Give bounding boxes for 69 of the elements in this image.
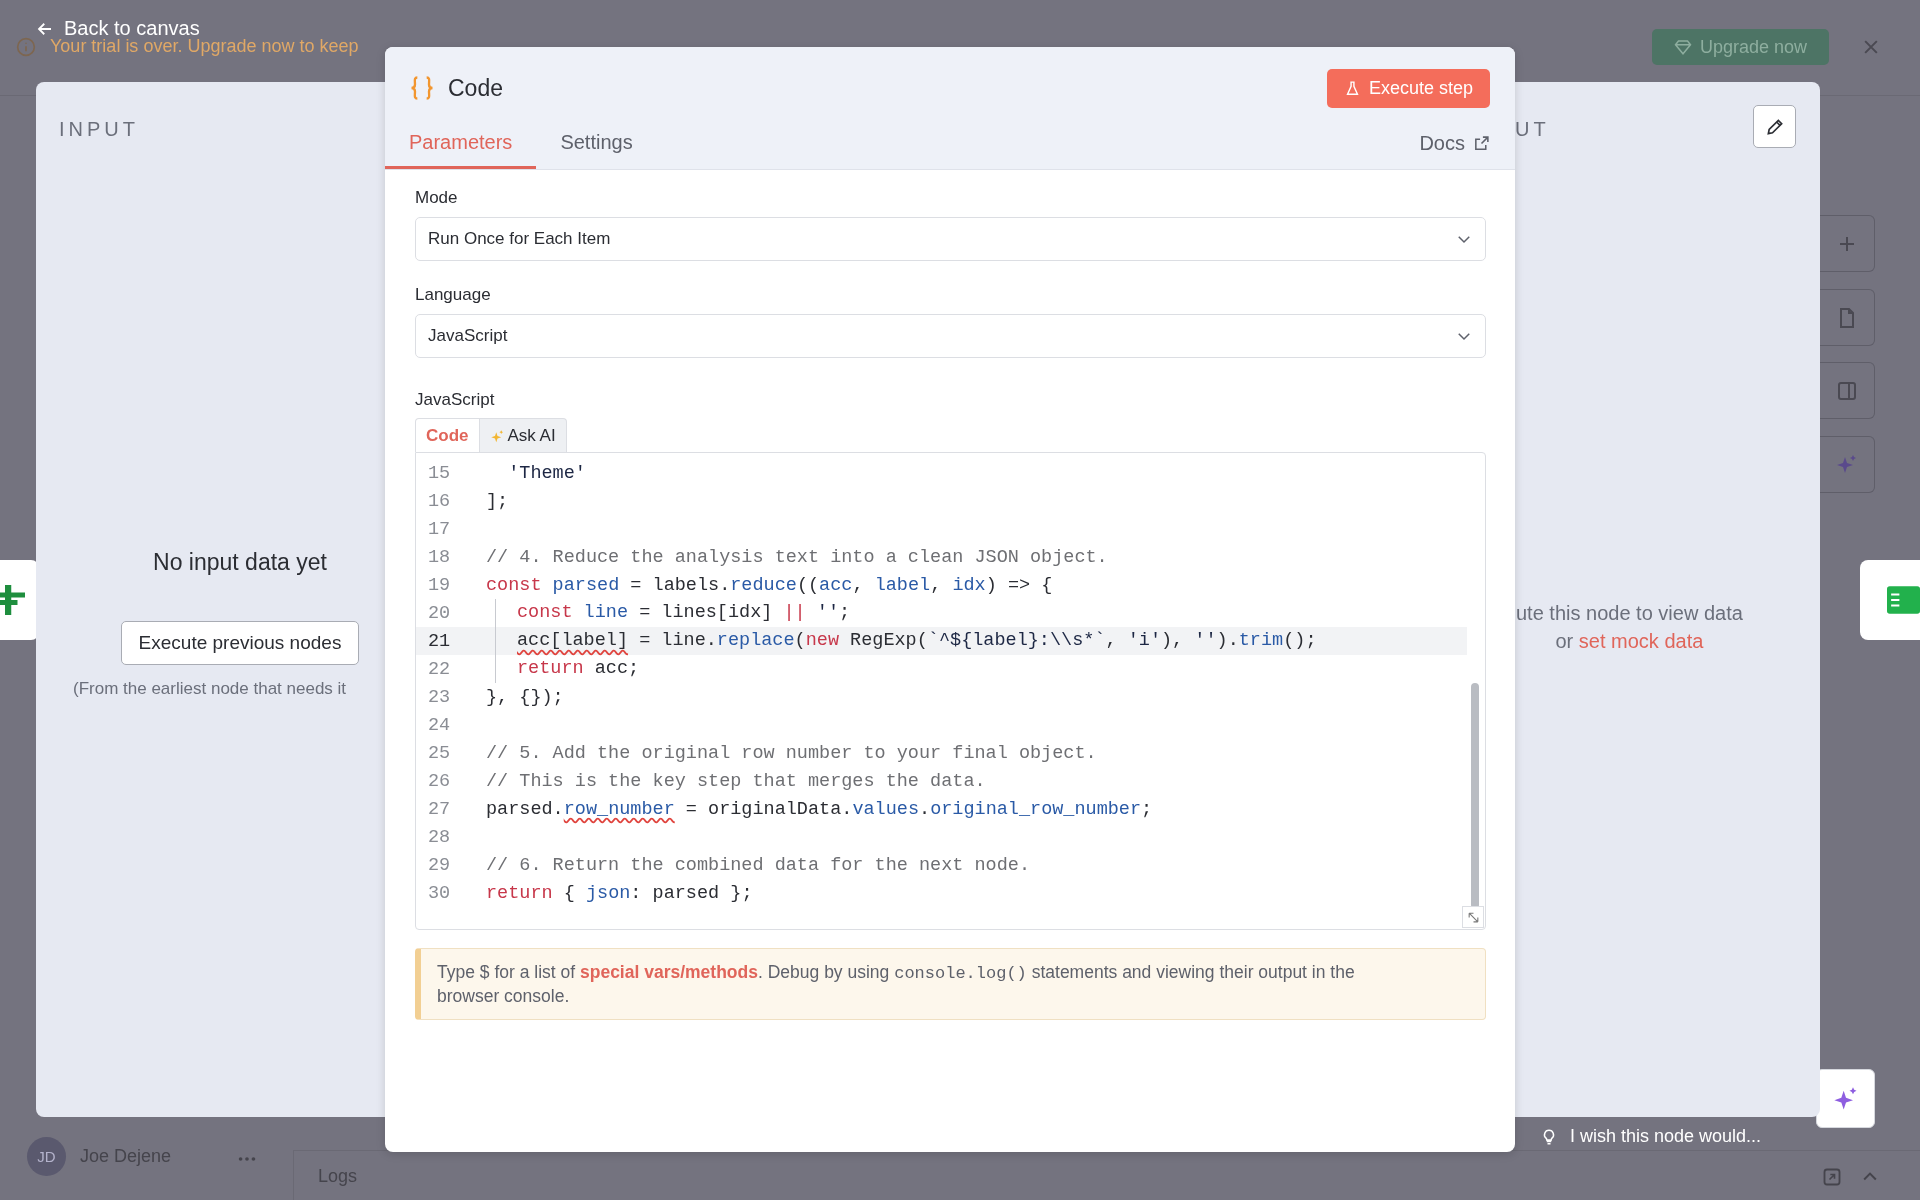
tab[interactable]: Parameters — [385, 131, 537, 169]
field-label: Language — [415, 285, 492, 305]
line-number: 18 — [427, 546, 452, 568]
code-line: 'Theme' — [507, 462, 586, 484]
dropdown-field[interactable]: JavaScript — [415, 314, 1486, 358]
line-number: 27 — [427, 798, 452, 820]
line-number: 30 — [427, 882, 452, 904]
docs-link[interactable]: Docs — [1419, 132, 1490, 169]
edit-button[interactable] — [1753, 105, 1796, 148]
node-title: Code — [448, 74, 504, 102]
feedback-prompt[interactable]: I wish this node would... — [1570, 1126, 1762, 1147]
line-number: 15 — [427, 462, 452, 484]
toolbar-button[interactable] — [1820, 289, 1875, 346]
field-label: Mode — [415, 188, 459, 208]
line-number: 22 — [427, 658, 452, 680]
line-number: 21 — [427, 630, 452, 652]
line-number: 19 — [427, 574, 452, 596]
toolbar-button[interactable] — [1820, 436, 1875, 493]
panel-title: INPUT — [59, 118, 139, 141]
code-editor[interactable] — [415, 452, 1486, 930]
code-line: // This is the key step that merges the data. — [485, 770, 986, 792]
line-number: 26 — [427, 770, 452, 792]
code-line: }, {}); — [485, 686, 564, 708]
toolbar-button[interactable] — [1820, 362, 1875, 419]
workflow-node[interactable] — [0, 560, 39, 640]
info-icon — [16, 36, 36, 57]
ai-assistant-button[interactable] — [1816, 1069, 1875, 1128]
workflow-node[interactable] — [1860, 560, 1920, 640]
line-number: 16 — [427, 490, 452, 512]
dropdown-field[interactable]: Run Once for Each Item — [415, 217, 1486, 261]
line-number: 23 — [427, 686, 452, 708]
line-number: 25 — [427, 742, 452, 764]
execute-previous-button[interactable]: Execute previous nodes — [120, 621, 360, 665]
expand-icon[interactable] — [1822, 1167, 1842, 1187]
line-number: 17 — [427, 518, 452, 540]
empty-state-text: ute this node to view data — [1516, 601, 1743, 626]
code-line: parsed.row_number = originalData.values.original_row_number; — [485, 798, 1153, 820]
code-line: // 4. Reduce the analysis text into a clean JSON object. — [485, 546, 1108, 568]
pencil-icon — [1764, 116, 1785, 137]
code-line: // 5. Add the original row number to your final object. — [485, 742, 1097, 764]
code-line: acc[label] = line.replace(new RegExp(`^${label}:\\s*`, 'i'), '').trim(); — [495, 627, 1317, 655]
line-number: 29 — [427, 854, 452, 876]
code-line: return { json: parsed }; — [485, 882, 753, 904]
user-avatar[interactable]: JD — [27, 1137, 66, 1176]
scrollbar[interactable] — [1471, 683, 1479, 909]
line-number: 24 — [427, 714, 452, 736]
line-number: 20 — [427, 602, 452, 624]
tab[interactable]: Settings — [536, 131, 657, 169]
line-number: 28 — [427, 826, 452, 848]
sparkle-icon — [489, 428, 505, 444]
code-line: return acc; — [495, 655, 640, 683]
mock-data-text: or set mock data — [1555, 629, 1704, 654]
editor-tab[interactable]: Ask AI — [479, 418, 567, 452]
code-line: // 6. Return the combined data for the next node. — [485, 854, 1030, 876]
special-vars-link[interactable]: special vars/methods — [580, 962, 758, 982]
code-line: const parsed = labels.reduce((acc, label, idx) => { — [485, 574, 1053, 596]
diamond-icon — [1673, 38, 1692, 56]
field-label: JavaScript — [415, 390, 496, 410]
execute-step-button[interactable]: Execute step — [1326, 68, 1490, 108]
panel-title: UT — [1515, 118, 1550, 141]
empty-state-title: No input data yet — [153, 549, 327, 576]
toolbar-button[interactable] — [1820, 215, 1875, 272]
editor-tab[interactable]: Code — [415, 418, 480, 452]
external-link-icon — [1473, 135, 1490, 152]
hint-text: (From the earliest node that needs it — [73, 679, 347, 699]
resize-icon[interactable] — [1466, 910, 1480, 924]
hint-text: Type $ for a list of special vars/methods. Debug by using console.log() statements and viewing their output in the browser console. — [415, 948, 1486, 1020]
code-line: ]; — [485, 490, 509, 512]
set-mock-data-link[interactable]: set mock data — [1578, 630, 1704, 652]
